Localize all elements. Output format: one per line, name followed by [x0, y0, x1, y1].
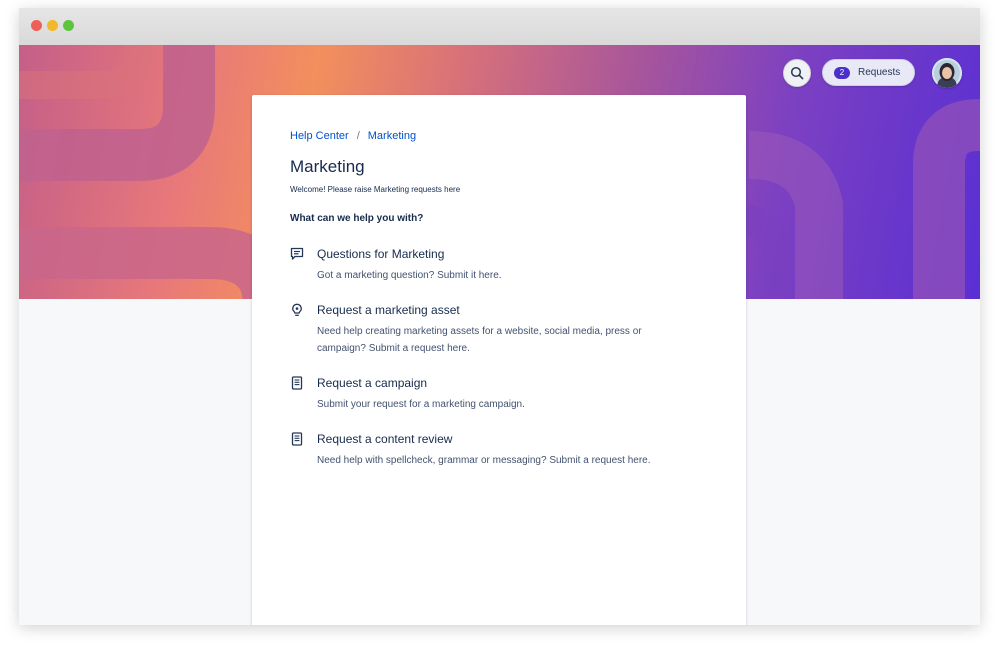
request-type-name[interactable]: Request a marketing asset — [317, 303, 460, 317]
breadcrumb: Help Center / Marketing — [290, 130, 416, 142]
document-icon — [291, 376, 303, 390]
breadcrumb-marketing-link[interactable]: Marketing — [368, 130, 416, 142]
request-type-description: Submit your request for a marketing camp… — [317, 399, 525, 410]
zoom-window-button[interactable] — [63, 20, 74, 31]
portal-card: Help Center / Marketing Marketing Welcom… — [252, 95, 746, 625]
breadcrumb-help-center-link[interactable]: Help Center — [290, 130, 349, 142]
page-title: Marketing — [290, 157, 365, 176]
request-type-description: Got a marketing question? Submit it here… — [317, 270, 502, 281]
help-prompt-heading: What can we help you with? — [290, 213, 424, 224]
request-type-name[interactable]: Questions for Marketing — [317, 247, 444, 261]
requests-label: Requests — [858, 67, 901, 78]
breadcrumb-separator: / — [356, 130, 360, 142]
request-type-description: Need help creating marketing assets for … — [317, 326, 642, 354]
request-type-name[interactable]: Request a content review — [317, 432, 452, 446]
lightbulb-icon — [292, 303, 302, 316]
request-type-name[interactable]: Request a campaign — [317, 376, 427, 390]
close-window-button[interactable] — [31, 20, 42, 31]
document-icon — [291, 432, 303, 446]
requests-button[interactable]: 2 Requests — [822, 59, 915, 86]
profile-photo-icon — [932, 58, 962, 88]
window-titlebar — [19, 8, 980, 46]
request-type-description: Need help with spellcheck, grammar or me… — [317, 455, 651, 466]
minimize-window-button[interactable] — [47, 20, 58, 31]
search-icon — [790, 66, 804, 80]
user-avatar[interactable] — [932, 58, 962, 88]
portal-welcome-text: Welcome! Please raise Marketing requests… — [290, 185, 461, 194]
browser-window: 2 Requests Help Center / Marketing Marke… — [19, 8, 980, 625]
chat-bubble-icon — [290, 247, 304, 260]
requests-count-badge: 2 — [834, 66, 850, 79]
search-button[interactable] — [783, 59, 811, 87]
